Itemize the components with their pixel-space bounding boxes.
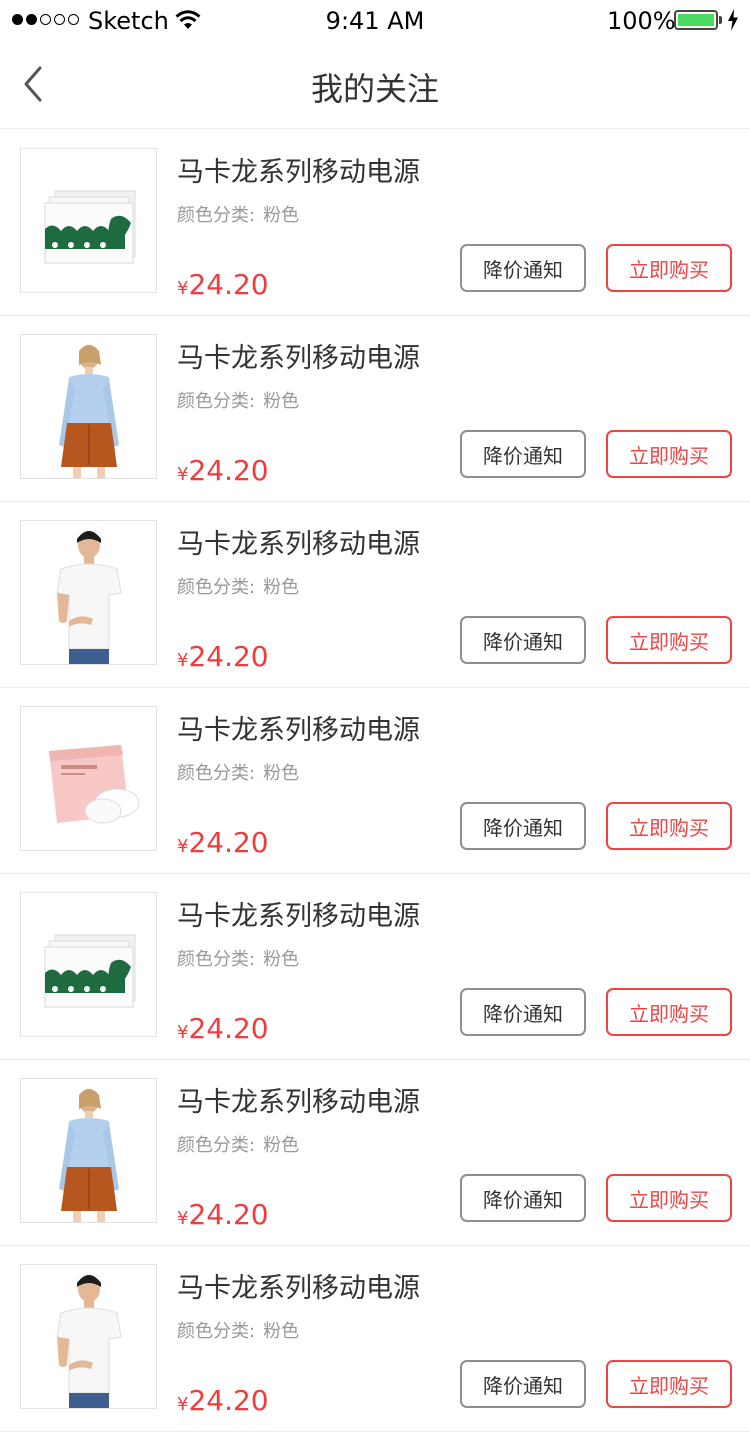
product-title: 马卡龙系列移动电源 (177, 157, 420, 188)
product-image[interactable] (20, 148, 157, 293)
spec-label: 颜色分类: (177, 949, 256, 970)
navigation-bar: 我的关注 (0, 40, 750, 129)
product-spec: 颜色分类: 粉色 (177, 573, 299, 599)
price-value: 24.20 (188, 1384, 269, 1417)
currency-symbol: ¥ (177, 1022, 189, 1043)
currency-symbol: ¥ (177, 278, 189, 299)
battery-tip (719, 16, 722, 24)
price-drop-notify-button[interactable]: 降价通知 (460, 1174, 586, 1222)
spec-value: 粉色 (263, 391, 300, 412)
buy-now-button[interactable]: 立即购买 (606, 1360, 732, 1408)
list-item[interactable]: 马卡龙系列移动电源 颜色分类: 粉色 ¥24.20 降价通知 立即购买 (0, 502, 750, 688)
product-price: ¥24.20 (177, 268, 269, 301)
spec-label: 颜色分类: (177, 391, 256, 412)
product-price: ¥24.20 (177, 1012, 269, 1045)
spec-value: 粉色 (263, 577, 300, 598)
currency-symbol: ¥ (177, 1208, 189, 1229)
page-title: 我的关注 (310, 70, 439, 108)
spec-label: 颜色分类: (177, 205, 256, 226)
price-drop-notify-button[interactable]: 降价通知 (460, 430, 586, 478)
list-item[interactable]: 马卡龙系列移动电源 颜色分类: 粉色 ¥24.20 降价通知 立即购买 (0, 688, 750, 874)
product-spec: 颜色分类: 粉色 (177, 759, 299, 785)
price-value: 24.20 (188, 1198, 269, 1231)
product-image[interactable] (20, 1264, 157, 1409)
spec-label: 颜色分类: (177, 577, 256, 598)
buy-now-button[interactable]: 立即购买 (606, 1174, 732, 1222)
currency-symbol: ¥ (177, 836, 189, 857)
buy-now-button[interactable]: 立即购买 (606, 430, 732, 478)
product-price: ¥24.20 (177, 826, 269, 859)
product-spec: 颜色分类: 粉色 (177, 1317, 299, 1343)
product-image[interactable] (20, 1078, 157, 1223)
price-drop-notify-button[interactable]: 降价通知 (460, 988, 586, 1036)
price-value: 24.20 (188, 826, 269, 859)
product-title: 马卡龙系列移动电源 (177, 1273, 420, 1304)
buy-now-button[interactable]: 立即购买 (606, 988, 732, 1036)
battery-percentage: 100% (607, 7, 676, 35)
product-title: 马卡龙系列移动电源 (177, 715, 420, 746)
product-image[interactable] (20, 334, 157, 479)
list-item[interactable]: 马卡龙系列移动电源 颜色分类: 粉色 ¥24.20 降价通知 立即购买 (0, 1246, 750, 1432)
currency-symbol: ¥ (177, 650, 189, 671)
spec-label: 颜色分类: (177, 763, 256, 784)
price-drop-notify-button[interactable]: 降价通知 (460, 802, 586, 850)
charging-bolt-icon (727, 9, 739, 35)
battery-icon (674, 10, 718, 30)
list-item[interactable]: 马卡龙系列移动电源 颜色分类: 粉色 ¥24.20 降价通知 立即购买 (0, 874, 750, 1060)
product-image[interactable] (20, 892, 157, 1037)
spec-value: 粉色 (263, 1321, 300, 1342)
spec-value: 粉色 (263, 949, 300, 970)
price-drop-notify-button[interactable]: 降价通知 (460, 616, 586, 664)
price-drop-notify-button[interactable]: 降价通知 (460, 1360, 586, 1408)
product-image[interactable] (20, 520, 157, 665)
status-bar: Sketch 9:41 AM 100% (0, 0, 750, 40)
price-value: 24.20 (188, 454, 269, 487)
spec-value: 粉色 (263, 1135, 300, 1156)
product-title: 马卡龙系列移动电源 (177, 343, 420, 374)
list-item[interactable]: 马卡龙系列移动电源 颜色分类: 粉色 ¥24.20 降价通知 立即购买 (0, 1060, 750, 1246)
currency-symbol: ¥ (177, 464, 189, 485)
list-item[interactable]: 马卡龙系列移动电源 颜色分类: 粉色 ¥24.20 降价通知 立即购买 (0, 316, 750, 502)
buy-now-button[interactable]: 立即购买 (606, 244, 732, 292)
product-price: ¥24.20 (177, 454, 269, 487)
list-item[interactable]: 马卡龙系列移动电源 颜色分类: 粉色 ¥24.20 降价通知 立即购买 (0, 130, 750, 316)
favorites-list: 马卡龙系列移动电源 颜色分类: 粉色 ¥24.20 降价通知 立即购买 马卡龙系列… (0, 130, 750, 1432)
spec-value: 粉色 (263, 205, 300, 226)
price-value: 24.20 (188, 1012, 269, 1045)
buy-now-button[interactable]: 立即购买 (606, 802, 732, 850)
product-price: ¥24.20 (177, 640, 269, 673)
product-price: ¥24.20 (177, 1198, 269, 1231)
product-title: 马卡龙系列移动电源 (177, 901, 420, 932)
product-spec: 颜色分类: 粉色 (177, 387, 299, 413)
buy-now-button[interactable]: 立即购买 (606, 616, 732, 664)
currency-symbol: ¥ (177, 1394, 189, 1415)
product-spec: 颜色分类: 粉色 (177, 945, 299, 971)
spec-value: 粉色 (263, 763, 300, 784)
price-drop-notify-button[interactable]: 降价通知 (460, 244, 586, 292)
product-image[interactable] (20, 706, 157, 851)
spec-label: 颜色分类: (177, 1321, 256, 1342)
spec-label: 颜色分类: (177, 1135, 256, 1156)
product-spec: 颜色分类: 粉色 (177, 1131, 299, 1157)
price-value: 24.20 (188, 640, 269, 673)
product-price: ¥24.20 (177, 1384, 269, 1417)
price-value: 24.20 (188, 268, 269, 301)
product-title: 马卡龙系列移动电源 (177, 1087, 420, 1118)
product-title: 马卡龙系列移动电源 (177, 529, 420, 560)
product-spec: 颜色分类: 粉色 (177, 201, 299, 227)
